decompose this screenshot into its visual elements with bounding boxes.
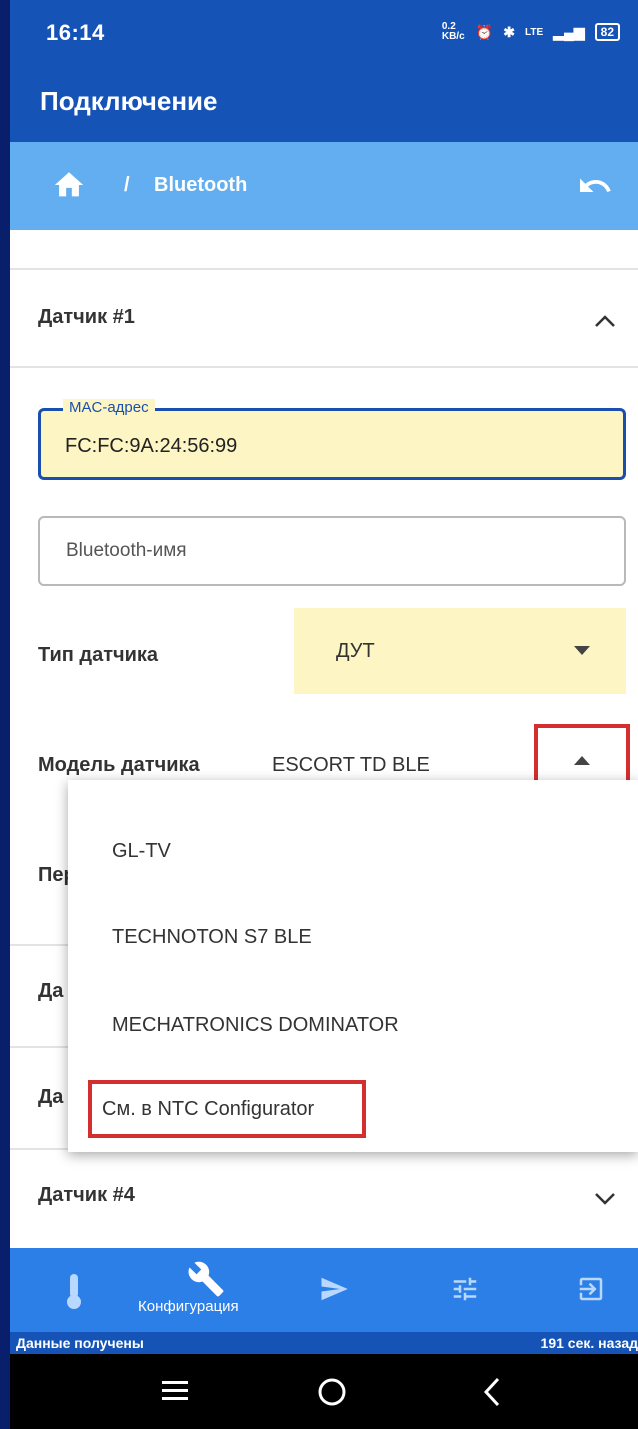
config-content: Датчик #1 MAC-адрес FC:FC:9A:24:56:99 Bl… — [10, 230, 638, 1248]
dropdown-arrow-up-icon — [574, 756, 590, 765]
bluetooth-icon: ✱ — [503, 23, 516, 40]
nav-active-label: Конфигурация — [138, 1298, 239, 1315]
status-elapsed: 191 сек. назад — [540, 1335, 638, 1351]
signal-icon: ▂▄▆ — [553, 23, 585, 40]
mac-address-value[interactable]: FC:FC:9A:24:56:99 — [65, 435, 237, 458]
status-time: 16:14 — [46, 20, 105, 45]
mac-address-field[interactable]: MAC-адрес FC:FC:9A:24:56:99 — [38, 399, 626, 480]
dropdown-arrow-icon — [574, 646, 590, 655]
logout-icon[interactable] — [576, 1274, 606, 1304]
page-title: Подключение — [40, 86, 218, 116]
sensor4-title: Датчик #4 — [38, 1184, 135, 1206]
send-icon[interactable] — [316, 1274, 352, 1304]
undo-icon[interactable] — [576, 168, 614, 204]
chevron-up-icon[interactable] — [594, 314, 616, 328]
sensor1-header[interactable]: Датчик #1 — [10, 270, 638, 366]
sensor-model-label: Модель датчика — [38, 754, 200, 776]
status-icons: 0.2 KB/c ⏰ ✱ LTE ▂▄▆ 82 — [442, 22, 620, 42]
dropdown-option[interactable]: TECHNOTON S7 BLE — [112, 926, 312, 949]
home-button-icon[interactable] — [316, 1376, 348, 1408]
back-button-icon[interactable] — [480, 1376, 504, 1408]
sensor-type-value: ДУТ — [336, 640, 375, 662]
home-icon[interactable] — [52, 168, 86, 202]
sensor-type-select[interactable]: ДУТ — [294, 608, 626, 694]
chevron-down-icon[interactable] — [594, 1192, 616, 1206]
app-bar: Подключение — [10, 62, 638, 142]
lte-label: LTE — [525, 26, 544, 38]
divider — [10, 366, 638, 368]
sensor-type-label: Тип датчика — [38, 644, 159, 666]
sensor4-header[interactable]: Датчик #4 — [10, 1150, 638, 1246]
dropdown-option-ntc-configurator[interactable]: См. в NTC Configurator — [102, 1098, 314, 1121]
dropdown-option[interactable]: GL-TV — [112, 840, 171, 863]
bluetooth-name-placeholder: Bluetooth-имя — [66, 540, 187, 561]
net-speed: 0.2 KB/c — [441, 21, 465, 42]
sensor2-title[interactable]: Да — [38, 980, 63, 1003]
battery-icon: 82 — [594, 23, 620, 41]
recent-apps-icon[interactable] — [160, 1378, 192, 1404]
wrench-icon[interactable] — [186, 1260, 226, 1298]
sensor1-title: Датчик #1 — [38, 306, 135, 328]
alarm-icon: ⏰ — [475, 23, 494, 40]
system-navigation-bar — [10, 1354, 638, 1429]
sensor-model-dropdown: GL-TV TECHNOTON S7 BLE MECHATRONICS DOMI… — [68, 780, 638, 1152]
sensor-model-value[interactable]: ESCORT TD BLE — [272, 754, 430, 777]
status-bar: 16:14 0.2 KB/c ⏰ ✱ LTE ▂▄▆ 82 — [10, 0, 638, 62]
phone-screen: 16:14 0.2 KB/c ⏰ ✱ LTE ▂▄▆ 82 Подключени… — [10, 0, 638, 1429]
bottom-nav: Конфигурация — [10, 1248, 638, 1332]
connection-status-bar: Данные получены 191 сек. назад — [10, 1332, 638, 1354]
thermometer-icon[interactable] — [64, 1272, 84, 1310]
breadcrumb: / Bluetooth — [10, 142, 638, 230]
dropdown-option[interactable]: MECHATRONICS DOMINATOR — [112, 1014, 399, 1037]
mac-address-label: MAC-адрес — [63, 399, 155, 416]
status-message: Данные получены — [16, 1335, 144, 1351]
breadcrumb-current: Bluetooth — [154, 174, 248, 196]
bluetooth-name-field[interactable]: Bluetooth-имя — [38, 516, 626, 586]
tune-icon[interactable] — [450, 1274, 480, 1304]
breadcrumb-separator: / — [124, 174, 130, 196]
sensor3-title[interactable]: Да — [38, 1086, 63, 1109]
